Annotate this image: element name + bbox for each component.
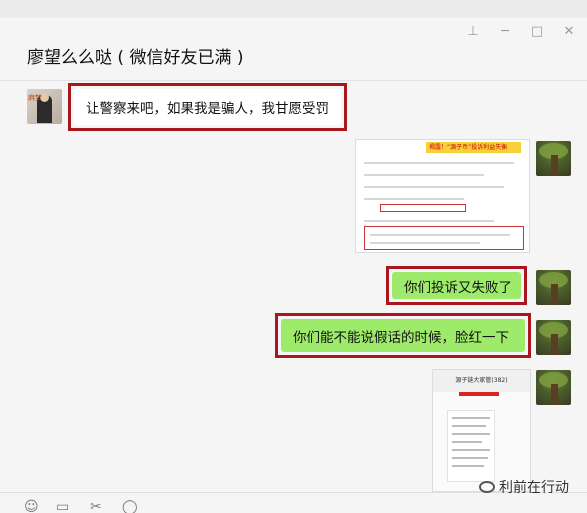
image-header: 源子链大家管(382) <box>433 370 530 392</box>
emoji-icon[interactable]: ☺ <box>24 499 39 513</box>
avatar[interactable] <box>536 320 571 355</box>
message-bubble[interactable]: 你们投诉又失败了 <box>392 272 521 299</box>
avatar[interactable]: 麻梦 <box>27 89 62 124</box>
maximize-icon[interactable]: □ <box>529 24 545 39</box>
pin-icon[interactable]: ⊥ <box>465 24 481 39</box>
minimize-icon[interactable]: ─ <box>497 24 513 39</box>
watermark: 利前在行动 <box>479 477 569 497</box>
chat-title: 廖望么么哒 ( 微信好友已满 ) <box>27 48 244 68</box>
image-message[interactable]: 揭露！“源子币”投诉利益失衡 <box>355 139 530 253</box>
avatar[interactable] <box>536 270 571 305</box>
avatar[interactable] <box>536 141 571 176</box>
message-bubble[interactable]: 你们能不能说假话的时候，脸红一下 <box>281 319 525 352</box>
message-text: 让警察来吧，如果我是骗人，我甘愿受罚 <box>86 101 329 117</box>
image-banner: 揭露！“源子币”投诉利益失衡 <box>426 142 521 153</box>
wechat-icon <box>479 481 495 493</box>
scissors-icon[interactable]: ✂ <box>90 499 102 513</box>
chat-history-icon[interactable]: ◯ <box>122 499 138 513</box>
watermark-text: 利前在行动 <box>499 480 569 496</box>
message-bubble[interactable]: 让警察来吧，如果我是骗人，我甘愿受罚 <box>74 89 341 125</box>
close-icon[interactable]: ✕ <box>561 24 577 39</box>
window-top-strip <box>0 0 587 18</box>
message-text: 你们能不能说假话的时候，脸红一下 <box>293 329 509 346</box>
window-controls: ⊥ ─ □ ✕ <box>465 24 577 39</box>
folder-icon[interactable]: ▭ <box>56 499 69 513</box>
image-message[interactable]: 源子链大家管(382) <box>432 369 531 492</box>
avatar[interactable] <box>536 370 571 405</box>
message-text: 你们投诉又失败了 <box>404 279 512 296</box>
